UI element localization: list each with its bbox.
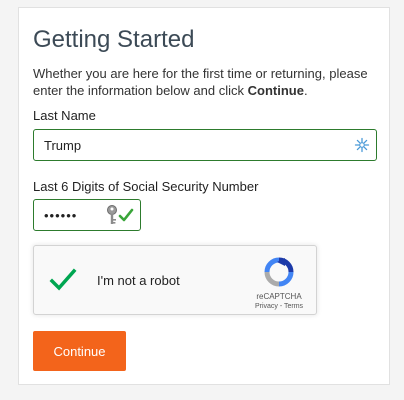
sparkle-icon[interactable] [354, 137, 370, 153]
intro-text-main: Whether you are here for the first time … [33, 66, 368, 98]
ssn-label: Last 6 Digits of Social Security Number [33, 179, 259, 194]
page-title: Getting Started [33, 26, 195, 53]
recaptcha-logo-icon [264, 257, 294, 287]
recaptcha-brand: reCAPTCHA [256, 292, 302, 301]
key-icon[interactable] [105, 204, 135, 226]
getting-started-card: Getting Started Whether you are here for… [18, 7, 390, 385]
intro-text: Whether you are here for the first time … [33, 65, 383, 99]
intro-text-end: . [303, 83, 308, 98]
recaptcha-widget: I'm not a robot reCAPTCHA Privacy - Term… [33, 245, 317, 315]
checkmark-icon[interactable] [49, 266, 77, 294]
last-name-label: Last Name [33, 108, 96, 123]
last-name-field[interactable] [33, 129, 377, 161]
recaptcha-checkbox-label[interactable]: I'm not a robot [97, 273, 180, 288]
recaptcha-links[interactable]: Privacy - Terms [234, 303, 324, 310]
continue-button[interactable]: Continue [33, 331, 126, 371]
intro-text-bold: Continue [247, 83, 304, 98]
